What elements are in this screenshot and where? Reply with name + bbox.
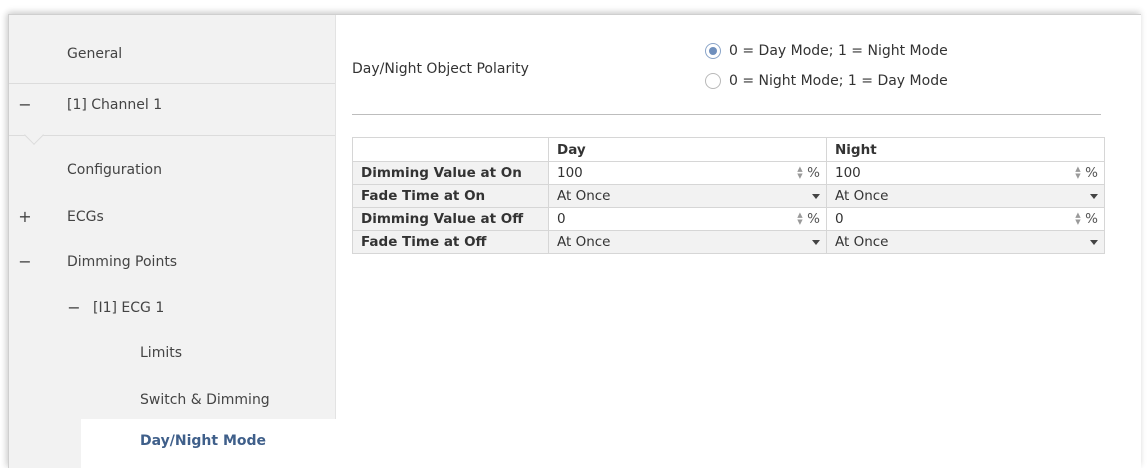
night-fade-on-select[interactable]: At Once — [826, 184, 1105, 208]
table-row: Fade Time at On At Once At Once — [352, 184, 1105, 208]
radio-option-day-mode[interactable]: 0 = Day Mode; 1 = Night Mode — [705, 41, 948, 61]
table-header-row: Day Night — [352, 137, 1105, 162]
sidebar-divider — [9, 135, 335, 136]
table-row: Dimming Value at On 100 ▲ ▼ % 100 ▲ ▼ % — [352, 161, 1105, 185]
sidebar-item-ecgs[interactable]: ECGs — [67, 206, 104, 228]
night-fade-off-select[interactable]: At Once — [826, 230, 1105, 254]
table-row: Dimming Value at Off 0 ▲ ▼ % 0 ▲ ▼ % — [352, 207, 1105, 231]
sidebar-item-limits[interactable]: Limits — [140, 342, 182, 364]
collapse-icon[interactable]: − — [18, 94, 32, 116]
table-header-day: Day — [548, 137, 827, 162]
main-panel: Day/Night Object Polarity 0 = Day Mode; … — [336, 15, 1141, 468]
collapse-icon[interactable]: − — [18, 251, 32, 273]
spinner-updown-icon[interactable]: ▲ ▼ — [1074, 166, 1082, 181]
night-dimming-on-input[interactable]: 100 ▲ ▼ % — [826, 161, 1105, 185]
expand-icon[interactable]: + — [18, 206, 32, 228]
sidebar-item-label: Day/Night Mode — [140, 433, 267, 449]
row-label: Fade Time at On — [352, 184, 549, 208]
input-value: 0 — [835, 211, 844, 227]
day-dimming-off-input[interactable]: 0 ▲ ▼ % — [548, 207, 827, 231]
table-header-empty — [352, 137, 549, 162]
radio-button-icon[interactable] — [705, 43, 721, 59]
sidebar-divider — [9, 83, 335, 84]
day-fade-off-select[interactable]: At Once — [548, 230, 827, 254]
table-header-night: Night — [826, 137, 1105, 162]
select-value: At Once — [557, 234, 611, 250]
radio-label: 0 = Night Mode; 1 = Day Mode — [729, 73, 948, 89]
sidebar: General − [1] Channel 1 Configuration + … — [9, 15, 337, 468]
sidebar-divider-notch — [24, 125, 44, 145]
sidebar-item-channel-1[interactable]: [1] Channel 1 — [67, 94, 162, 116]
sidebar-item-dimming-points[interactable]: Dimming Points — [67, 251, 177, 273]
day-dimming-on-input[interactable]: 100 ▲ ▼ % — [548, 161, 827, 185]
row-label: Dimming Value at On — [352, 161, 549, 185]
parameters-table: Day Night Dimming Value at On 100 ▲ ▼ % 1… — [352, 137, 1105, 254]
chevron-down-icon[interactable] — [812, 194, 820, 199]
app-window: General − [1] Channel 1 Configuration + … — [8, 14, 1141, 468]
polarity-label: Day/Night Object Polarity — [352, 61, 529, 77]
row-label: Fade Time at Off — [352, 230, 549, 254]
sidebar-item-ecg-1[interactable]: [I1] ECG 1 — [93, 297, 164, 319]
unit-label: % — [807, 211, 820, 227]
chevron-down-icon[interactable] — [812, 240, 820, 245]
input-value: 0 — [557, 211, 566, 227]
spinner-updown-icon[interactable]: ▲ ▼ — [796, 166, 804, 181]
chevron-down-icon[interactable] — [1090, 194, 1098, 199]
radio-button-icon[interactable] — [705, 73, 721, 89]
sidebar-item-switch-dimming[interactable]: Switch & Dimming — [140, 389, 270, 411]
radio-option-night-mode[interactable]: 0 = Night Mode; 1 = Day Mode — [705, 71, 948, 91]
table-row: Fade Time at Off At Once At Once — [352, 230, 1105, 254]
spinner-updown-icon[interactable]: ▲ ▼ — [1074, 212, 1082, 227]
sidebar-item-day-night-mode[interactable]: Day/Night Mode — [81, 419, 337, 468]
input-value: 100 — [835, 165, 861, 181]
input-value: 100 — [557, 165, 583, 181]
unit-label: % — [1085, 165, 1098, 181]
sidebar-item-configuration[interactable]: Configuration — [67, 159, 162, 181]
day-fade-on-select[interactable]: At Once — [548, 184, 827, 208]
sidebar-item-general[interactable]: General — [67, 43, 122, 65]
select-value: At Once — [557, 188, 611, 204]
row-label: Dimming Value at Off — [352, 207, 549, 231]
select-value: At Once — [835, 188, 889, 204]
section-divider — [352, 114, 1101, 115]
night-dimming-off-input[interactable]: 0 ▲ ▼ % — [826, 207, 1105, 231]
unit-label: % — [807, 165, 820, 181]
spinner-updown-icon[interactable]: ▲ ▼ — [796, 212, 804, 227]
chevron-down-icon[interactable] — [1090, 240, 1098, 245]
select-value: At Once — [835, 234, 889, 250]
unit-label: % — [1085, 211, 1098, 227]
collapse-icon[interactable]: − — [67, 297, 81, 319]
radio-label: 0 = Day Mode; 1 = Night Mode — [729, 43, 948, 59]
